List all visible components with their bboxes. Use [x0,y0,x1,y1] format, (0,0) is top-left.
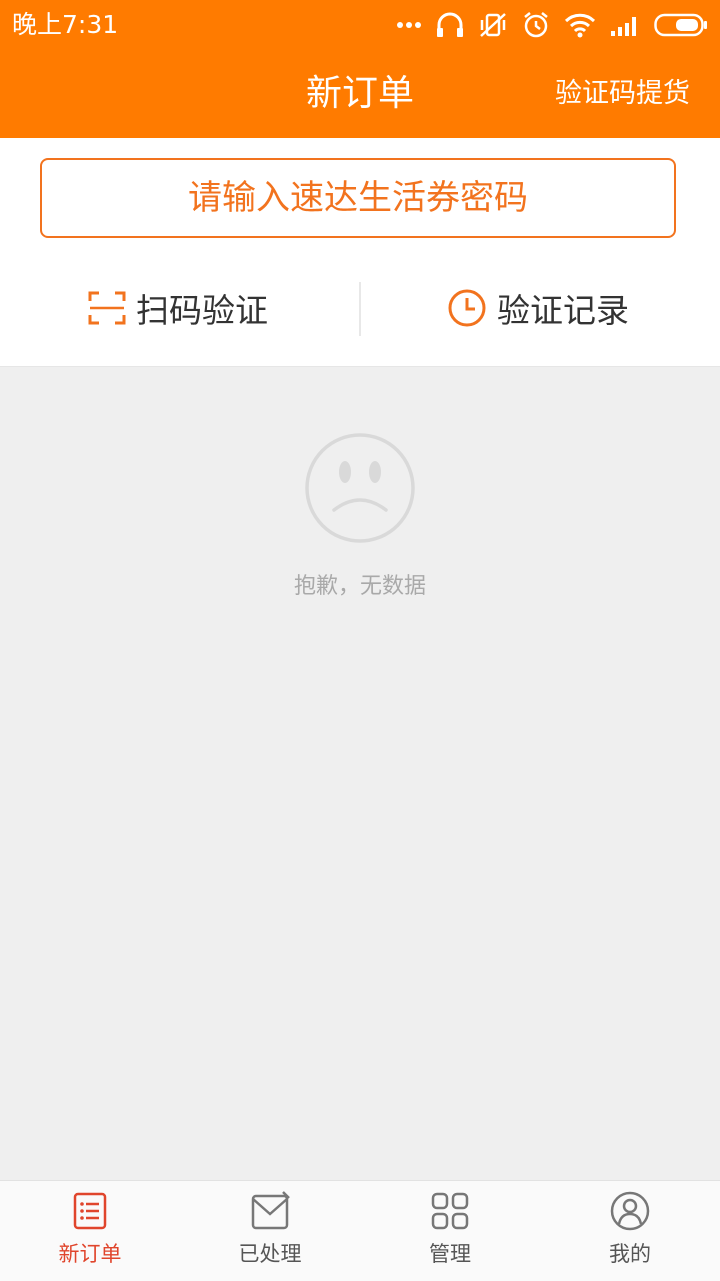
status-bar: 晚上7:31 [0,0,720,50]
more-dots-icon [397,22,421,28]
scan-verify-button[interactable]: 扫码验证 [88,280,268,336]
status-icons [396,8,708,42]
user-icon [610,1191,650,1231]
nav-item-manage[interactable]: 管理 [360,1181,540,1281]
clock-icon [448,289,486,327]
nav-item-new-orders[interactable]: 新订单 [0,1181,180,1281]
action-divider [359,282,361,336]
nav-item-profile[interactable]: 我的 [540,1181,720,1281]
grid-icon [431,1192,469,1230]
signal-icon [611,17,636,36]
verify-history-label: 验证记录 [497,291,629,330]
verify-panel: 扫码验证 验证记录 [0,138,720,367]
wifi-icon [564,13,596,38]
title-bar: 新订单 验证码提货 [0,50,720,138]
empty-message: 抱歉，无数据 [293,574,426,599]
status-time: 晚上7:31 [12,10,119,39]
nav-label: 已处理 [238,1242,302,1266]
coupon-code-input[interactable] [40,158,676,238]
verify-history-button[interactable]: 验证记录 [447,280,629,336]
order-list-icon [73,1192,107,1230]
verify-code-pickup-button[interactable]: 验证码提货 [555,76,690,112]
nav-label: 我的 [609,1242,651,1266]
sad-face-icon [305,433,415,543]
battery-icon [654,13,707,37]
headphones-icon [437,12,463,37]
scan-verify-label: 扫码验证 [136,291,268,330]
alarm-icon [524,12,548,38]
scan-icon [88,291,126,325]
nav-label: 管理 [429,1242,471,1266]
processed-mail-icon [251,1191,290,1230]
bottom-nav: 新订单 已处理 管理 我的 [0,1180,720,1281]
nav-item-processed[interactable]: 已处理 [180,1181,360,1281]
nav-label: 新订单 [58,1242,122,1266]
vibrate-off-icon [480,13,506,37]
